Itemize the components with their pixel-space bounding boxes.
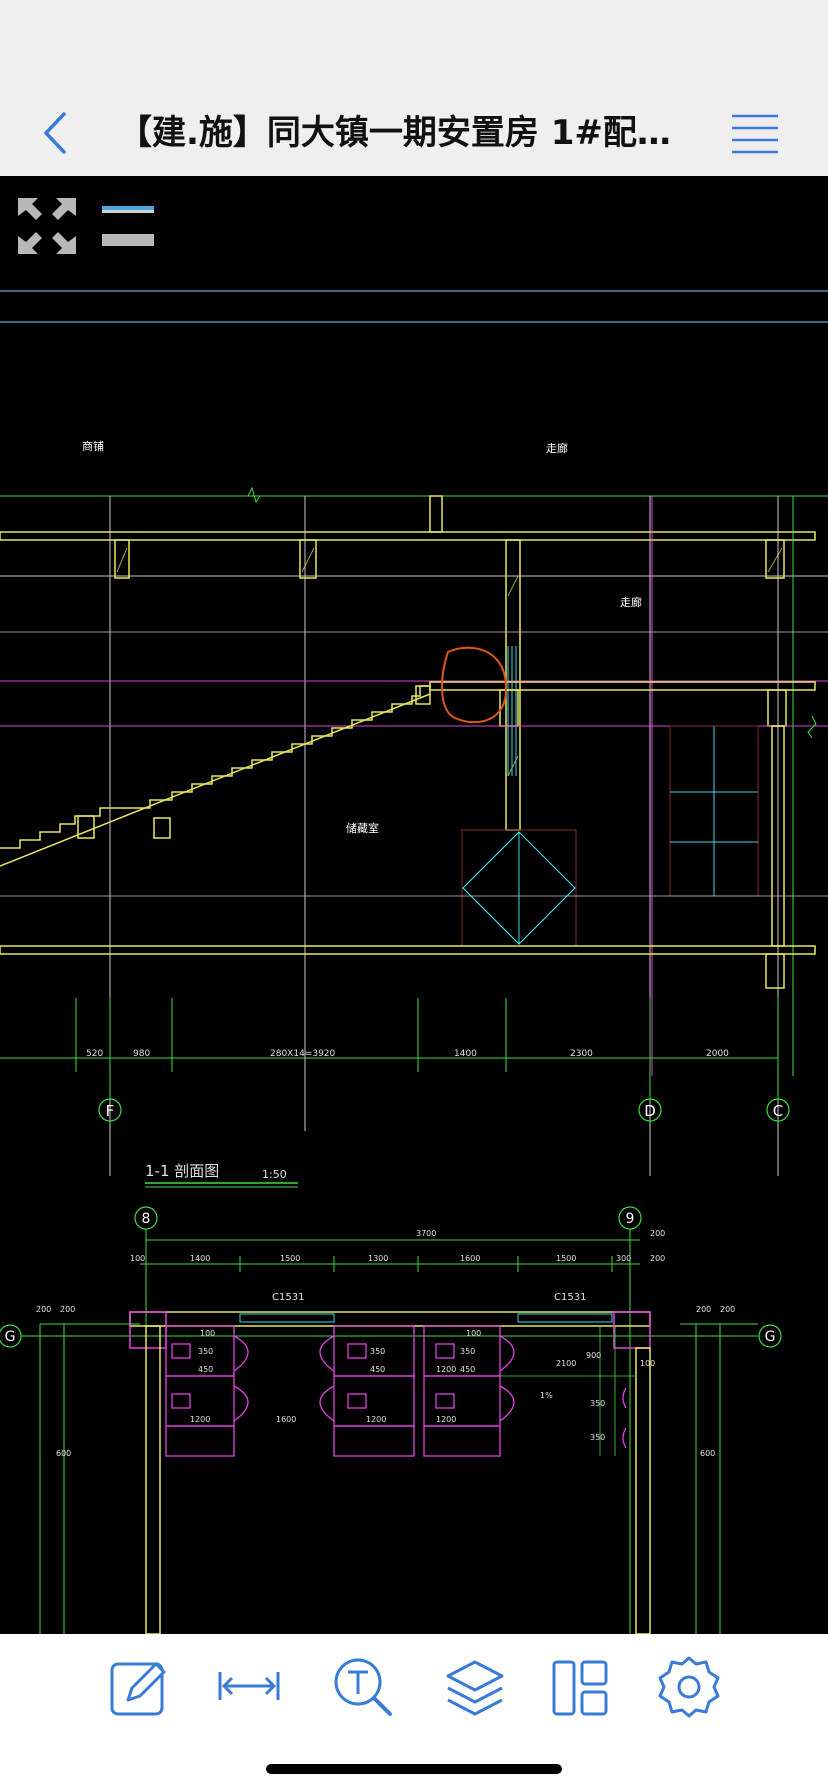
dim-label: 980 [133,1049,150,1059]
window-label: C1531 [272,1292,304,1303]
label-shop: 商铺 [82,439,104,453]
back-button[interactable] [36,108,80,158]
plan-text: 350 [370,1347,385,1356]
plan-dim: 1500 [556,1254,576,1263]
layers-button[interactable] [442,1654,508,1720]
axis-label-f: F [106,1102,115,1120]
label-storage: 储藏室 [346,821,379,835]
text-search-icon [334,1658,392,1716]
plan-dim: 200 [650,1229,665,1238]
axis-label-d: D [644,1102,656,1120]
section-title: 1-1 剖面图 [145,1162,219,1180]
plan-dim: 1300 [368,1254,388,1263]
plan-dim: 1500 [280,1254,300,1263]
plan-side-dim: 200 [696,1305,711,1314]
plan-text: 1200 [436,1415,456,1424]
settings-button[interactable] [656,1654,722,1720]
menu-button[interactable] [730,110,780,156]
fullscreen-expand-icon[interactable] [18,198,76,254]
plan-dim: 100 [130,1254,145,1263]
plan-text: 1200 [436,1365,456,1374]
layout-button[interactable] [548,1654,614,1720]
plan-text: 1200 [190,1415,210,1424]
plan-text: 100 [200,1329,215,1338]
line-weight-icon[interactable] [102,206,154,246]
axis-label-c: C [773,1102,783,1120]
plan-side-dim: 200 [36,1305,51,1314]
dim-label: 280X14=3920 [270,1049,336,1059]
plan-dim: 1600 [460,1254,480,1263]
plan-text: 100 [640,1359,655,1368]
axis-label-g-right: G [765,1329,776,1345]
hamburger-menu-icon [732,114,778,154]
plan-text: 450 [198,1365,213,1374]
plan-side-dim: 200 [60,1305,75,1314]
plan-text: 900 [586,1351,601,1360]
plan-text: 450 [460,1365,475,1374]
plan-text: 350 [198,1347,213,1356]
home-indicator [266,1764,562,1774]
text-search-button[interactable] [330,1654,396,1720]
plan-dim: 300 [616,1254,631,1263]
plan-side-dim: 200 [720,1305,735,1314]
edit-pen-icon [110,1662,166,1716]
plan-text: 350 [590,1433,605,1442]
plan-text: 1600 [276,1415,296,1424]
measure-icon [218,1672,280,1700]
plan-text: 600 [700,1449,715,1458]
dim-label: 1400 [454,1049,477,1059]
label-corridor-right: 走廊 [620,595,642,609]
plan-text: 2100 [556,1359,576,1368]
cad-drawing: 商铺 走廊 走廊 储藏室 520 980 280X14=3920 1400 23… [0,290,828,1634]
plan-dim: 3700 [416,1229,436,1238]
section-scale: 1:50 [262,1168,287,1181]
plan-text: 350 [460,1347,475,1356]
plan-text: 1200 [366,1415,386,1424]
status-bar [0,0,828,90]
edit-button[interactable] [106,1654,172,1720]
chevron-left-icon [44,112,66,154]
settings-icon [658,1656,720,1718]
cad-drawing-canvas[interactable]: 商铺 走廊 走廊 储藏室 520 980 280X14=3920 1400 23… [0,176,828,1634]
layout-icon [552,1660,608,1716]
plan-dim: 1400 [190,1254,210,1263]
plan-text: 1% [540,1391,553,1400]
measure-button[interactable] [216,1654,282,1720]
dim-label: 2000 [706,1049,729,1059]
plan-text: 600 [56,1449,71,1458]
plan-text: 450 [370,1365,385,1374]
plan-text: 100 [466,1329,481,1338]
dim-label: 2300 [570,1049,593,1059]
layers-icon [446,1660,504,1716]
plan-text: 350 [590,1399,605,1408]
axis-label-g-left: G [5,1329,16,1345]
axis-label-9: 9 [626,1211,635,1227]
dim-label: 520 [86,1049,103,1059]
window-label: C1531 [554,1292,586,1303]
page-title: 【建.施】同大镇一期安置房 1#配套… [118,113,698,153]
axis-label-8: 8 [142,1211,151,1227]
navigation-bar: 【建.施】同大镇一期安置房 1#配套… [0,90,828,176]
plan-dim: 200 [650,1254,665,1263]
label-corridor-top: 走廊 [546,441,568,455]
